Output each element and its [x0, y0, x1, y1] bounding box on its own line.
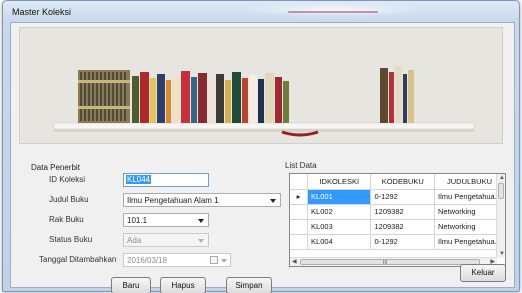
rak-buku-label: Rak Buku [49, 215, 84, 224]
rak-buku-combobox[interactable]: 101.1 [123, 213, 209, 227]
table-cell-judul[interactable]: Networking [434, 204, 505, 220]
status-buku-label: Status Buku [49, 235, 93, 244]
table-header-row: IDKOLESKI KODEBUKU JUDULBUKU [290, 174, 505, 190]
table-row[interactable]: KL004 0-1292 Ilmu Pengetahua... [290, 234, 505, 250]
table-cell-judul[interactable]: Networking [434, 219, 505, 235]
column-header-kodebuku[interactable]: KODEBUKU [370, 174, 435, 190]
table-cell-id[interactable]: KL004 [307, 234, 372, 250]
rak-buku-value: 101.1 [127, 216, 148, 225]
table-row[interactable]: KL002 1209382 Networking [290, 204, 505, 220]
keluar-button[interactable]: Keluar [460, 264, 506, 282]
title-decoration [288, 11, 378, 13]
data-table: IDKOLESKI KODEBUKU JUDULBUKU ▸ KL001 0-1… [290, 174, 505, 250]
chevron-down-icon [221, 259, 227, 263]
scroll-left-icon[interactable]: ◀ [292, 258, 297, 266]
list-data-label: List Data [285, 161, 317, 170]
vertical-scroll-thumb[interactable] [498, 183, 504, 199]
table-cell-kode[interactable]: 0-1292 [370, 234, 435, 250]
status-buku-combobox: Ada [123, 233, 209, 247]
chevron-down-icon [198, 219, 204, 223]
id-koleksi-value: KL044 [126, 175, 152, 184]
status-buku-value: Ada [127, 236, 142, 245]
row-header-corner [290, 174, 309, 190]
judul-buku-value: Ilmu Pengetahuan Alam 1 [127, 196, 219, 205]
bookshelf-illustration [20, 28, 502, 143]
form-client-area: Data Penerbit ID Koleksi KL044 Judul Buk… [10, 22, 515, 293]
table-cell-kode[interactable]: 1209382 [370, 204, 435, 220]
row-header[interactable] [290, 204, 309, 220]
row-selector-icon[interactable]: ▸ [290, 189, 309, 205]
baru-button[interactable]: Baru [111, 277, 151, 293]
column-header-judulbuku[interactable]: JUDULBUKU [434, 174, 505, 190]
table-cell-id[interactable]: KL001 [307, 189, 372, 205]
hapus-button[interactable]: Hapus [160, 277, 206, 293]
id-koleksi-input[interactable]: KL044 [123, 173, 209, 187]
table-cell-id[interactable]: KL003 [307, 219, 372, 235]
row-header[interactable] [290, 219, 309, 235]
table-cell-kode[interactable]: 1209382 [370, 219, 435, 235]
chevron-down-icon [198, 239, 204, 243]
tanggal-ditambahkan-label: Tanggal Ditambahkan [39, 255, 117, 264]
column-header-idkoleski[interactable]: IDKOLESKI [307, 174, 372, 190]
table-cell-judul[interactable]: Ilmu Pengetahua... [434, 189, 505, 205]
id-koleksi-label: ID Koleksi [49, 175, 86, 184]
tanggal-ditambahkan-datepicker: 2016/03/18 [123, 253, 231, 267]
title-glow [243, 3, 423, 17]
chevron-down-icon [270, 199, 276, 203]
window-title: Master Koleksi [12, 7, 72, 17]
master-koleksi-window: Master Koleksi Data Penerbit ID Koleksi … [2, 0, 520, 293]
list-data-grid[interactable]: IDKOLESKI KODEBUKU JUDULBUKU ▸ KL001 0-1… [289, 173, 506, 267]
data-penerbit-group-label: Data Penerbit [31, 163, 80, 172]
calendar-icon [210, 256, 218, 264]
judul-buku-label: Judul Buku [49, 195, 89, 204]
title-bar[interactable]: Master Koleksi [3, 1, 519, 23]
judul-buku-combobox[interactable]: Ilmu Pengetahuan Alam 1 [123, 193, 281, 207]
horizontal-scroll-thumb[interactable]: III [300, 259, 480, 266]
table-row[interactable]: KL003 1209382 Networking [290, 219, 505, 235]
bookshelf-banner-image [19, 27, 503, 144]
table-cell-id[interactable]: KL002 [307, 204, 372, 220]
table-row[interactable]: ▸ KL001 0-1292 Ilmu Pengetahua... [290, 189, 505, 205]
vertical-scrollbar[interactable]: ▲ ▼ [496, 174, 505, 258]
row-header[interactable] [290, 234, 309, 250]
scroll-up-icon[interactable]: ▲ [499, 174, 505, 182]
table-cell-judul[interactable]: Ilmu Pengetahua... [434, 234, 505, 250]
table-cell-kode[interactable]: 0-1292 [370, 189, 435, 205]
grip-icon: III [383, 260, 388, 266]
scroll-down-icon[interactable]: ▼ [499, 250, 505, 258]
simpan-button[interactable]: Simpan [226, 277, 272, 293]
tanggal-ditambahkan-value: 2016/03/18 [127, 256, 168, 265]
